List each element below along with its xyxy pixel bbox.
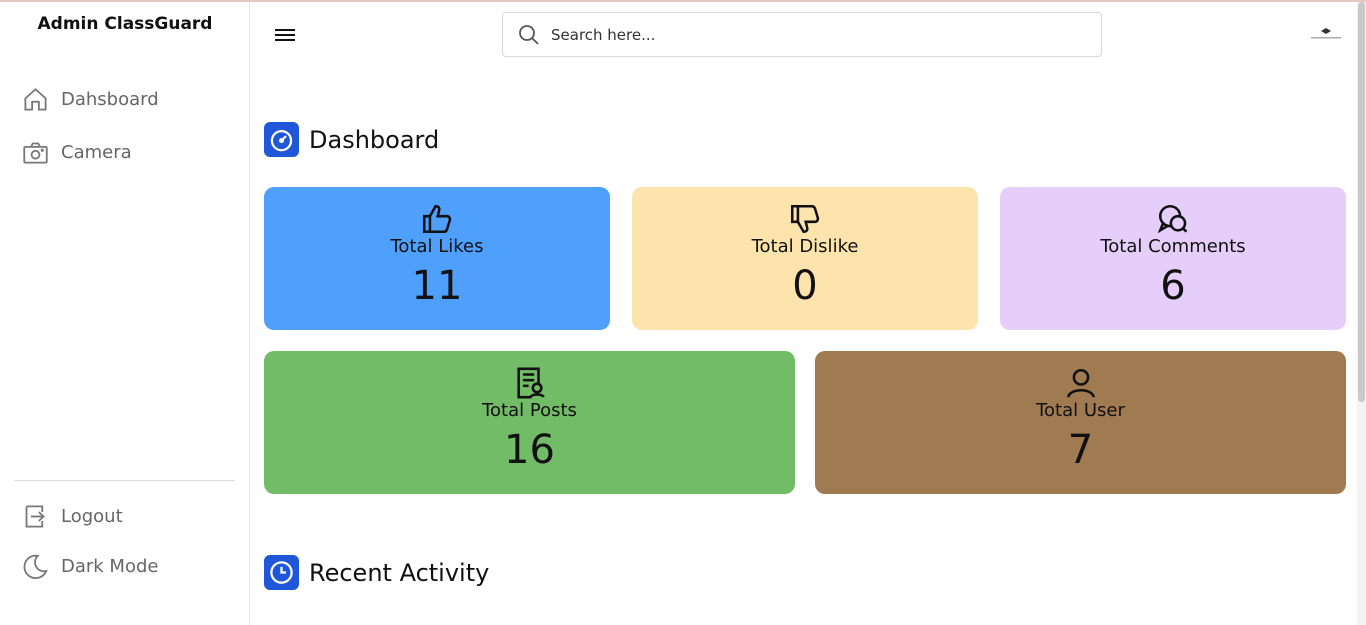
sidebar-item-logout[interactable]: Logout bbox=[22, 503, 123, 530]
card-value: 16 bbox=[504, 427, 555, 473]
card-label: Total User bbox=[1036, 400, 1125, 421]
comments-icon bbox=[1157, 204, 1188, 234]
thumbs-up-icon bbox=[422, 204, 452, 234]
menu-toggle-button[interactable] bbox=[275, 26, 297, 44]
user-icon bbox=[1066, 368, 1095, 398]
sidebar-item-label: Dark Mode bbox=[61, 556, 159, 577]
home-icon bbox=[24, 88, 47, 111]
card-value: 0 bbox=[792, 263, 818, 309]
search-bar[interactable] bbox=[502, 12, 1102, 57]
card-value: 11 bbox=[411, 263, 463, 309]
camera-icon bbox=[23, 142, 48, 164]
card-label: Total Dislike bbox=[751, 236, 859, 257]
section-title: Recent Activity bbox=[309, 558, 490, 587]
clock-icon bbox=[264, 555, 299, 590]
brand-title: Admin ClassGuard bbox=[37, 14, 213, 34]
card-total-user: Total User 7 bbox=[815, 351, 1346, 494]
sidebar: Admin ClassGuard Dahsboard Camera Logout… bbox=[0, 2, 250, 625]
logout-icon bbox=[25, 505, 45, 528]
moon-icon bbox=[23, 554, 48, 580]
scrollbar-thumb[interactable] bbox=[1358, 2, 1365, 402]
card-value: 6 bbox=[1160, 263, 1186, 309]
card-total-likes: Total Likes 11 bbox=[264, 187, 610, 330]
card-total-dislike: Total Dislike 0 bbox=[632, 187, 978, 330]
page-title: Dashboard bbox=[309, 125, 440, 154]
card-label: Total Posts bbox=[482, 400, 577, 421]
thumbs-down-icon bbox=[790, 204, 820, 234]
card-total-posts: Total Posts 16 bbox=[264, 351, 795, 494]
card-value: 7 bbox=[1067, 427, 1094, 473]
main-content: Dashboard Total Likes 11 Total Dislike 0… bbox=[251, 2, 1357, 625]
page-scrollbar[interactable] bbox=[1357, 2, 1366, 625]
sidebar-item-dashboard[interactable]: Dahsboard bbox=[22, 86, 159, 113]
recent-activity-heading: Recent Activity bbox=[264, 555, 489, 590]
sidebar-divider bbox=[14, 480, 235, 481]
card-label: Total Comments bbox=[1100, 236, 1246, 257]
sidebar-item-label: Camera bbox=[61, 142, 132, 163]
card-label: Total Likes bbox=[390, 236, 484, 257]
logo-icon bbox=[1311, 28, 1341, 39]
search-input[interactable] bbox=[551, 25, 1071, 44]
sidebar-item-label: Dahsboard bbox=[61, 89, 159, 110]
gauge-icon bbox=[264, 122, 299, 157]
card-total-comments: Total Comments 6 bbox=[1000, 187, 1346, 330]
sidebar-item-dark-mode[interactable]: Dark Mode bbox=[22, 553, 158, 580]
dashboard-heading: Dashboard bbox=[264, 122, 439, 157]
sidebar-item-camera[interactable]: Camera bbox=[22, 139, 132, 166]
search-icon bbox=[519, 24, 539, 45]
sidebar-item-label: Logout bbox=[61, 506, 123, 527]
document-icon bbox=[516, 367, 545, 399]
